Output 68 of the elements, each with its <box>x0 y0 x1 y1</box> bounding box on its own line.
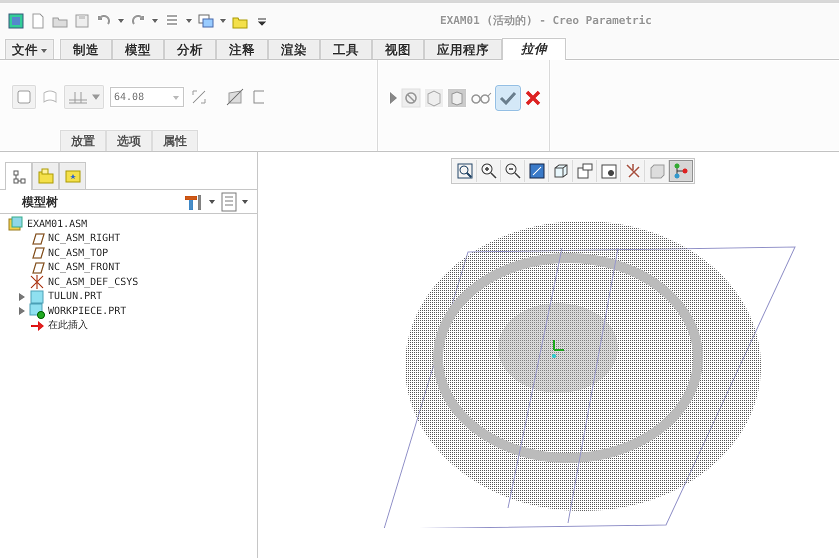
coordinate-system-icon <box>29 274 45 290</box>
shade-icon <box>648 162 666 180</box>
app-logo-icon <box>8 12 24 28</box>
tree-item[interactable]: NC_ASM_DEF_CSYS <box>48 274 138 290</box>
repaint-icon <box>528 162 546 180</box>
ribbon-tab[interactable]: 注释 <box>216 39 268 59</box>
ribbon-tab[interactable]: 分析 <box>164 39 216 59</box>
depth-option-button[interactable] <box>64 85 104 109</box>
panel-title: 模型树 <box>22 194 59 210</box>
cube-icon <box>552 162 570 180</box>
windows-icon[interactable] <box>198 12 214 28</box>
caret-icon[interactable] <box>186 18 192 22</box>
tree-item[interactable]: TULUN.PRT <box>48 289 102 304</box>
tree-item[interactable]: NC_ASM_TOP <box>48 246 108 261</box>
square-icon <box>17 90 31 104</box>
expand-arrow-icon[interactable] <box>18 292 24 301</box>
remove-material-icon[interactable] <box>226 88 244 106</box>
datum-plane-icon <box>29 230 45 247</box>
caret-icon[interactable] <box>152 18 158 22</box>
close-icon[interactable] <box>524 89 542 107</box>
tree-icon <box>10 168 26 184</box>
camera-icon <box>600 162 618 180</box>
play-icon[interactable] <box>388 90 398 106</box>
flip-direction-icon[interactable] <box>190 88 208 106</box>
datum-plane-icon <box>29 260 45 276</box>
tree-item[interactable]: WORKPIECE.PRT <box>48 304 126 319</box>
zoom-fit-icon <box>456 162 474 180</box>
tree-item[interactable]: EXAM01.ASM <box>27 216 88 232</box>
blind-depth-icon <box>67 90 101 104</box>
ribbon-tab[interactable]: 视图 <box>372 39 424 59</box>
datum-plane-icon <box>29 245 45 262</box>
check-button[interactable] <box>495 85 521 111</box>
panel-tab[interactable]: 选项 <box>106 130 152 151</box>
ribbon-tab[interactable]: 工具 <box>320 39 372 59</box>
tree-item[interactable]: NC_ASM_RIGHT <box>48 231 120 246</box>
caret-icon[interactable] <box>220 18 226 22</box>
solid-button[interactable] <box>12 85 36 109</box>
ribbon-tab[interactable]: 模型 <box>112 39 164 59</box>
depth-value-field[interactable]: 64.08 <box>110 87 184 107</box>
ribbon-tab[interactable]: 制造 <box>60 39 112 59</box>
save-icon[interactable] <box>74 12 90 28</box>
panel-tab[interactable] <box>5 162 32 190</box>
star-folder-icon <box>64 168 80 184</box>
file-menu[interactable]: 文件 <box>5 39 54 59</box>
assembly-icon <box>8 216 24 232</box>
spin-center-icon <box>672 162 690 180</box>
panel-tab[interactable]: 放置 <box>60 130 106 151</box>
caret-icon[interactable] <box>118 18 124 22</box>
workpiece-icon <box>29 303 45 320</box>
ribbon-tab[interactable]: 渲染 <box>268 39 320 59</box>
expand-arrow-icon[interactable] <box>18 307 24 316</box>
part-icon <box>29 288 45 305</box>
panel-tab[interactable]: 属性 <box>152 130 198 151</box>
glasses-icon[interactable] <box>470 91 492 105</box>
tree-item[interactable]: NC_ASM_FRONT <box>48 260 120 276</box>
datum-display-icon <box>624 162 642 180</box>
saved-views-icon <box>576 162 594 180</box>
ribbon-tab[interactable]: 应用程序 <box>424 39 502 59</box>
zoom-out-icon <box>504 162 522 180</box>
folders-icon <box>38 168 54 184</box>
tree-item[interactable]: 在此插入 <box>48 318 88 334</box>
list-settings-icon[interactable] <box>219 192 239 212</box>
new-file-icon[interactable] <box>30 12 46 28</box>
zoom-in-icon <box>480 162 498 180</box>
caret-icon[interactable] <box>239 198 251 206</box>
ribbon-tab[interactable]: 拉伸 <box>502 38 566 60</box>
caret-icon[interactable] <box>41 48 47 53</box>
window-title: EXAM01 (活动的) - Creo Parametric <box>440 13 652 29</box>
